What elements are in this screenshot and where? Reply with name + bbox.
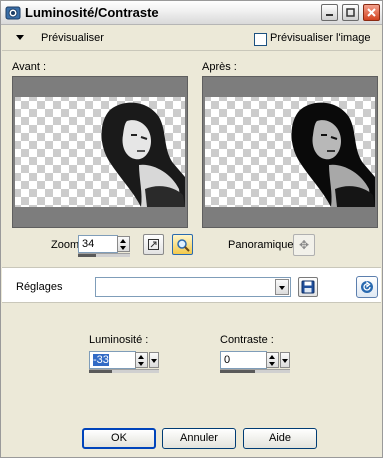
magnifier-button[interactable] — [172, 234, 193, 255]
app-icon — [5, 5, 21, 21]
brightness-value: -33 — [93, 354, 109, 366]
brightness-input[interactable]: -33 — [89, 351, 136, 369]
spin-down-icon[interactable] — [269, 362, 275, 366]
preview-image-checkbox[interactable] — [254, 33, 267, 46]
help-button[interactable]: Aide — [243, 428, 317, 449]
minimize-icon — [326, 14, 333, 16]
pan-label: Panoramique : — [228, 239, 300, 251]
before-preview-image — [13, 77, 187, 227]
brightness-dropdown[interactable] — [149, 352, 159, 368]
dialog-window: Luminosité/Contraste Prévisualiser Prévi… — [0, 0, 383, 458]
magnifier-icon — [176, 238, 190, 252]
cancel-button[interactable]: Annuler — [162, 428, 236, 449]
zoom-input[interactable]: 34 — [78, 235, 118, 253]
spin-up-icon[interactable] — [269, 355, 275, 359]
before-preview[interactable] — [12, 76, 188, 228]
brightness-slider-fill — [89, 370, 113, 373]
preview-bar: Prévisualiser Prévisualiser l'image — [2, 26, 381, 51]
settings-dropdown[interactable] — [95, 277, 291, 297]
contrast-slider[interactable] — [220, 369, 290, 373]
after-label: Après : — [202, 61, 237, 73]
brightness-spinner[interactable] — [135, 352, 148, 368]
chevron-down-icon[interactable] — [275, 279, 289, 295]
reset-arrow-icon — [361, 281, 373, 293]
floppy-disk-icon — [301, 280, 315, 294]
ok-button[interactable]: OK — [82, 428, 156, 449]
maximize-button[interactable] — [342, 4, 359, 21]
settings-label: Réglages — [16, 281, 63, 293]
spin-up-icon[interactable] — [120, 239, 126, 243]
contrast-input[interactable]: 0 — [220, 351, 267, 369]
triangle-down-icon[interactable] — [16, 35, 24, 40]
preview-image-label[interactable]: Prévisualiser l'image — [270, 32, 371, 44]
window-title: Luminosité/Contraste — [25, 5, 159, 20]
maximize-icon — [346, 8, 355, 17]
minimize-button[interactable] — [321, 4, 338, 21]
after-preview-image — [203, 77, 377, 227]
preview-toggle-label[interactable]: Prévisualiser — [41, 32, 104, 44]
brightness-slider[interactable] — [89, 369, 159, 373]
contrast-slider-fill — [220, 370, 255, 373]
contrast-label: Contraste : — [220, 334, 274, 346]
contrast-spinner[interactable] — [266, 352, 279, 368]
spin-up-icon[interactable] — [138, 355, 144, 359]
fit-to-window-button[interactable] — [143, 234, 164, 255]
move-cross-icon: ✥ — [298, 238, 310, 252]
after-preview[interactable] — [202, 76, 378, 228]
spin-down-icon[interactable] — [138, 362, 144, 366]
zoom-spinner[interactable] — [117, 236, 130, 252]
contrast-dropdown[interactable] — [280, 352, 290, 368]
close-button[interactable] — [363, 4, 380, 21]
brightness-label: Luminosité : — [89, 334, 149, 346]
zoom-slider[interactable] — [78, 253, 130, 257]
pan-button[interactable]: ✥ — [293, 234, 315, 256]
zoom-slider-fill — [78, 254, 96, 257]
title-bar[interactable]: Luminosité/Contraste — [1, 1, 382, 25]
spin-down-icon[interactable] — [120, 246, 126, 250]
reset-button[interactable] — [356, 276, 378, 298]
before-label: Avant : — [12, 61, 47, 73]
save-settings-button[interactable] — [298, 277, 318, 297]
settings-panel: Réglages — [2, 267, 381, 303]
fit-to-window-icon — [148, 239, 159, 250]
close-icon — [367, 8, 376, 17]
